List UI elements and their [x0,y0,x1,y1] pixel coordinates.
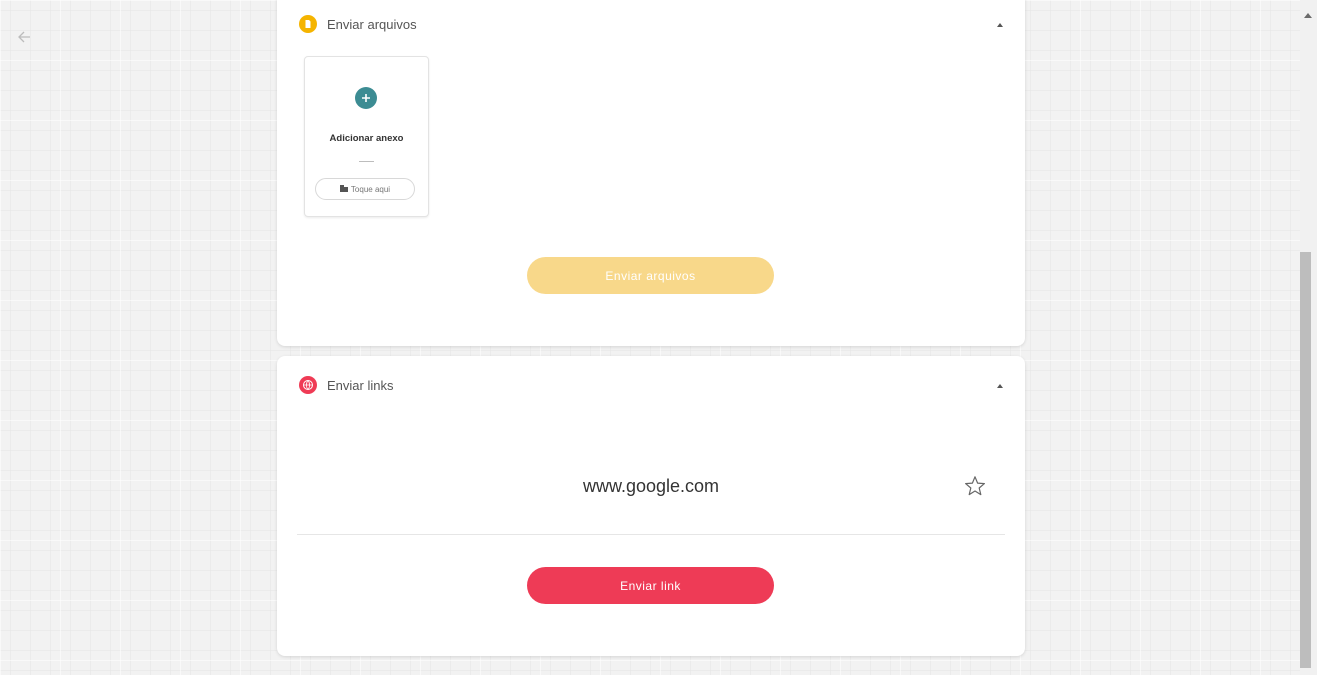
scrollbar-track[interactable] [1300,0,1317,675]
links-section-title: Enviar links [327,377,394,393]
plus-circle-icon [355,87,377,109]
files-card-header[interactable]: Enviar arquivos [299,14,417,34]
globe-icon [299,376,317,394]
send-link-button[interactable]: Enviar link [527,567,774,604]
link-value[interactable]: www.google.com [277,476,1025,497]
link-divider [297,534,1005,535]
files-section-title: Enviar arquivos [327,16,417,32]
files-card: Enviar arquivos Adicionar anexo Toque aq… [277,0,1025,346]
links-collapse-caret-up-icon[interactable] [997,384,1003,388]
arrow-left-icon [18,31,30,43]
back-arrow-icon[interactable] [14,26,36,48]
add-attachment-tile[interactable]: Adicionar anexo Toque aqui [304,56,429,217]
folder-icon [339,184,348,192]
scrollbar-thumb[interactable] [1300,252,1311,668]
scroll-up-arrow-icon[interactable] [1304,13,1312,18]
star-outline-icon[interactable] [963,474,987,498]
add-attachment-label: Adicionar anexo [329,133,404,144]
file-icon [299,15,317,33]
tap-here-button[interactable]: Toque aqui [315,178,415,200]
send-files-button[interactable]: Enviar arquivos [527,257,774,294]
tap-here-label: Toque aqui [350,184,391,194]
attachment-divider [359,161,374,162]
files-collapse-caret-up-icon[interactable] [997,23,1003,27]
links-card-header[interactable]: Enviar links [299,375,393,395]
links-card: Enviar links www.google.com Enviar link [277,356,1025,656]
